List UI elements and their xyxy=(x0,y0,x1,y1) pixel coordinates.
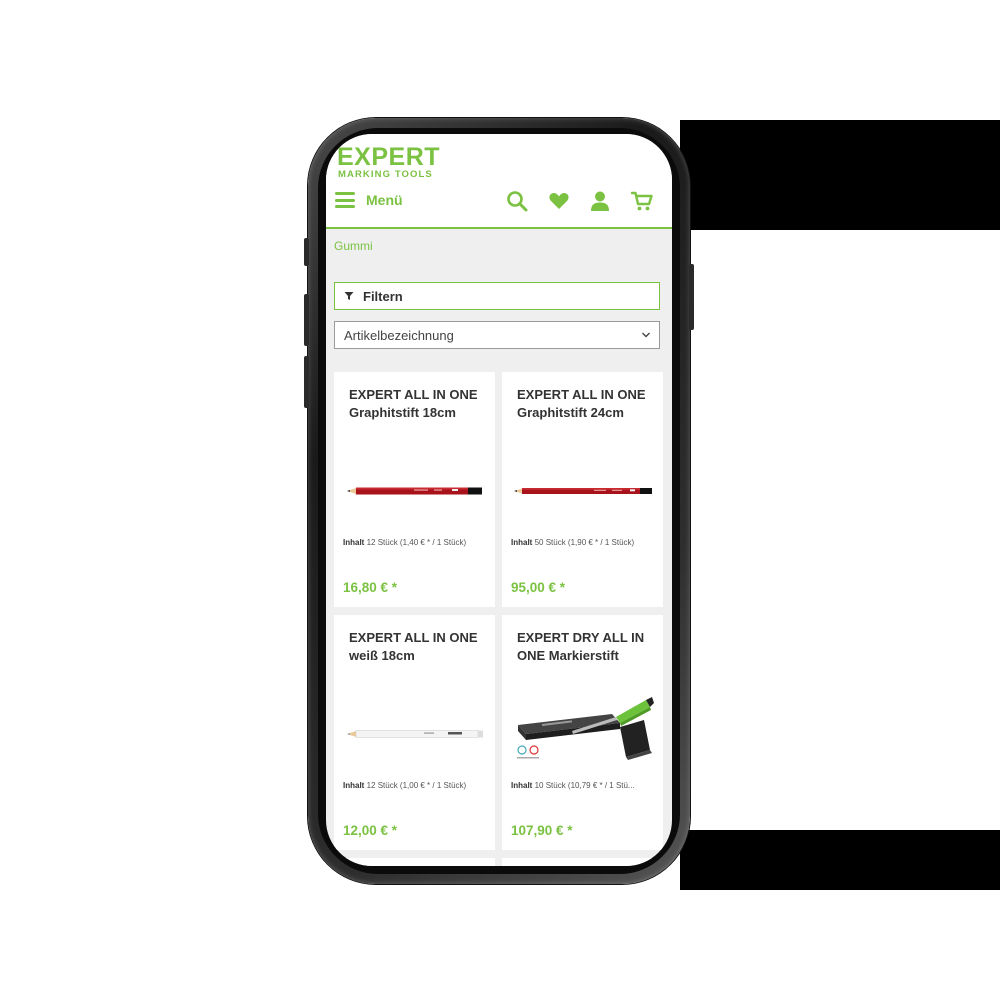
product-content: Inhalt 10 Stück (10,79 € * / 1 Stü... xyxy=(511,781,657,790)
content-value: 12 Stück (1,00 € * / 1 Stück) xyxy=(366,781,467,790)
menu-label: Menü xyxy=(366,192,403,208)
product-content: Inhalt 12 Stück (1,00 € * / 1 Stück) xyxy=(343,781,489,790)
site-header: EXPERT MARKING TOOLS Menü xyxy=(326,134,672,229)
product-card[interactable]: EXPERT ALL IN ONE weiß 18cm Inhalt 12 St… xyxy=(334,615,495,850)
content-value: 10 Stück (10,79 € * / 1 Stü... xyxy=(534,781,635,790)
content-label: Inhalt xyxy=(511,538,533,547)
heart-icon[interactable] xyxy=(548,190,570,212)
sort-select[interactable]: Artikelbezeichnung xyxy=(334,321,660,349)
sort-selected-value: Artikelbezeichnung xyxy=(344,327,454,343)
product-price: 107,90 € * xyxy=(511,823,573,838)
product-image-red-pencil[interactable] xyxy=(344,452,486,530)
product-title[interactable]: EXPERT ALL IN ONE Graphitstift 18cm xyxy=(349,386,489,422)
volume-up-button xyxy=(304,294,309,346)
product-image-white-pencil[interactable] xyxy=(344,695,486,773)
logo[interactable]: EXPERT xyxy=(337,143,440,172)
product-card[interactable]: EXPERT ALL IN ONE Graphitstift 18cm Inha… xyxy=(334,372,495,607)
product-title[interactable]: EXPERT ALL IN ONE weiß 18cm xyxy=(349,629,489,665)
product-content: Inhalt 50 Stück (1,90 € * / 1 Stück) xyxy=(511,538,657,547)
volume-down-button xyxy=(304,356,309,408)
menu-button[interactable]: Menü xyxy=(335,190,403,210)
content-value: 12 Stück (1,40 € * / 1 Stück) xyxy=(366,538,467,547)
chevron-down-icon xyxy=(642,332,650,338)
product-card-partial[interactable] xyxy=(502,858,663,866)
power-button xyxy=(689,264,694,330)
product-image-red-pencil-long[interactable] xyxy=(512,452,654,530)
phone-screen: EXPERT MARKING TOOLS Menü Gummi Filtern xyxy=(326,134,672,866)
product-price: 95,00 € * xyxy=(511,580,566,595)
filter-button[interactable]: Filtern xyxy=(334,282,660,310)
mute-switch xyxy=(304,238,309,266)
product-card[interactable]: EXPERT ALL IN ONE Graphitstift 24cm Inha… xyxy=(502,372,663,607)
product-title[interactable]: EXPERT ALL IN ONE Graphitstift 24cm xyxy=(517,386,657,422)
product-content: Inhalt 12 Stück (1,40 € * / 1 Stück) xyxy=(343,538,489,547)
product-price: 16,80 € * xyxy=(343,580,398,595)
product-image-marker-with-box[interactable] xyxy=(512,695,654,773)
content-label: Inhalt xyxy=(343,781,365,790)
product-title[interactable]: EXPERT DRY ALL IN ONE Markierstift xyxy=(517,629,657,665)
content-value: 50 Stück (1,90 € * / 1 Stück) xyxy=(534,538,635,547)
hamburger-icon xyxy=(335,192,355,208)
funnel-icon xyxy=(344,292,354,300)
breadcrumb[interactable]: Gummi xyxy=(334,239,373,253)
product-card[interactable]: EXPERT DRY ALL IN ONE Markierstift Inhal… xyxy=(502,615,663,850)
cart-icon[interactable] xyxy=(631,190,653,212)
product-card-partial[interactable] xyxy=(334,858,495,866)
content-label: Inhalt xyxy=(511,781,533,790)
filter-label: Filtern xyxy=(363,288,403,304)
search-icon[interactable] xyxy=(506,190,528,212)
content-label: Inhalt xyxy=(343,538,365,547)
product-price: 12,00 € * xyxy=(343,823,398,838)
user-icon[interactable] xyxy=(589,190,611,212)
logo-tagline: MARKING TOOLS xyxy=(338,169,433,180)
background-band xyxy=(680,830,1000,890)
background-band xyxy=(680,120,1000,230)
